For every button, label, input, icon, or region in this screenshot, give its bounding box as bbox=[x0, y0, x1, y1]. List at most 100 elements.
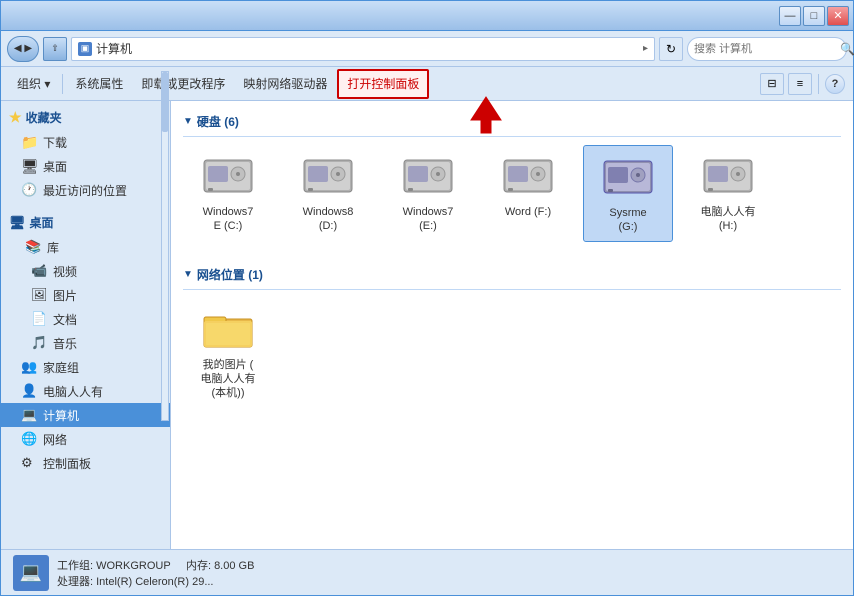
homegroup-icon: 👥 bbox=[21, 359, 37, 375]
refresh-button[interactable]: ↻ bbox=[659, 37, 683, 61]
address-bar: ◀ ▶ ⇧ ▣ 计算机 ▸ ↻ 🔍 bbox=[1, 31, 853, 67]
search-input[interactable] bbox=[694, 43, 836, 55]
sidebar-item-library[interactable]: 📚 库 bbox=[1, 235, 170, 259]
sidebar-item-download[interactable]: 📁 下载 bbox=[1, 130, 170, 154]
sidebar-item-video[interactable]: 📹 视频 bbox=[1, 259, 170, 283]
recent-label: 最近访问的位置 bbox=[43, 182, 127, 199]
refresh-icon: ↻ bbox=[666, 42, 676, 56]
drive-f-label: Word (F:) bbox=[505, 205, 551, 219]
sidebar: ★ 收藏夹 📁 下载 🖥 桌面 🕐 最近访问的位置 🖥 桌面 bbox=[1, 101, 171, 549]
picture-icon: 🖼 bbox=[31, 287, 47, 303]
network-triangle-icon: ▼ bbox=[183, 269, 193, 280]
open-control-panel-button[interactable]: 打开控制面板 bbox=[339, 71, 427, 97]
drive-g-label: Sysrme(G:) bbox=[609, 206, 646, 235]
drives-grid: Windows7E (C:) Windows8( bbox=[183, 145, 841, 242]
install-program-button[interactable]: 即载或更改程序 bbox=[133, 71, 233, 97]
address-input[interactable]: ▣ 计算机 ▸ bbox=[71, 37, 655, 61]
sidebar-item-recent[interactable]: 🕐 最近访问的位置 bbox=[1, 178, 170, 202]
library-label: 库 bbox=[47, 239, 59, 256]
sidebar-item-document[interactable]: 📄 文档 bbox=[1, 307, 170, 331]
drive-item-d[interactable]: Windows8(D:) bbox=[283, 145, 373, 242]
drive-c-icon bbox=[200, 151, 256, 201]
map-drive-button[interactable]: 映射网络驱动器 bbox=[235, 71, 335, 97]
path-label: 计算机 bbox=[96, 40, 639, 57]
network-folder-item[interactable]: 我的图片 (电脑人人有(本机)) bbox=[183, 298, 273, 407]
sidebar-item-pcuser[interactable]: 👤 电脑人人有 bbox=[1, 379, 170, 403]
desktop-section-header[interactable]: 🖥 桌面 bbox=[1, 210, 170, 235]
hdd-f-svg bbox=[500, 152, 556, 200]
hard-drives-label: 硬盘 (6) bbox=[197, 113, 239, 130]
sidebar-item-desktop[interactable]: 🖥 桌面 bbox=[1, 154, 170, 178]
pcuser-icon: 👤 bbox=[21, 383, 37, 399]
sidebar-item-music[interactable]: 🎵 音乐 bbox=[1, 331, 170, 355]
minimize-button[interactable]: — bbox=[779, 6, 801, 26]
drive-item-g[interactable]: Sysrme(G:) bbox=[583, 145, 673, 242]
sidebar-item-controlpanel[interactable]: ⚙ 控制面板 ⬅ bbox=[1, 451, 170, 475]
favorites-label: 收藏夹 bbox=[26, 109, 62, 126]
sidebar-item-picture[interactable]: 🖼 图片 bbox=[1, 283, 170, 307]
hdd-g-svg bbox=[600, 153, 656, 201]
picture-label: 图片 bbox=[53, 287, 77, 304]
search-box[interactable]: 🔍 bbox=[687, 37, 847, 61]
help-button[interactable]: ? bbox=[825, 74, 845, 94]
computer-icon: 💻 bbox=[21, 407, 37, 423]
recent-folder-icon: 🕐 bbox=[21, 182, 37, 198]
path-icon: ▣ bbox=[78, 42, 92, 56]
music-icon: 🎵 bbox=[31, 335, 47, 351]
drive-item-c[interactable]: Windows7E (C:) bbox=[183, 145, 273, 242]
toolbar: 组织 ▾ 系统属性 即载或更改程序 映射网络驱动器 打开控制面板 ⊟ ≡ ? bbox=[1, 67, 853, 101]
drive-item-e[interactable]: Windows7(E:) bbox=[383, 145, 473, 242]
status-computer-icon: 💻 bbox=[13, 555, 49, 591]
sidebar-item-homegroup[interactable]: 👥 家庭组 bbox=[1, 355, 170, 379]
network-icon: 🌐 bbox=[21, 431, 37, 447]
status-processor: 处理器: Intel(R) Celeron(R) 29... bbox=[57, 573, 254, 589]
view-list-button[interactable]: ≡ bbox=[788, 73, 812, 95]
toolbar-separator-2 bbox=[818, 74, 819, 94]
drive-h-label: 电脑人人有(H:) bbox=[701, 205, 756, 234]
drive-item-h[interactable]: 电脑人人有(H:) bbox=[683, 145, 773, 242]
organize-button[interactable]: 组织 ▾ bbox=[9, 71, 58, 97]
homegroup-label: 家庭组 bbox=[43, 359, 79, 376]
drive-e-icon bbox=[400, 151, 456, 201]
drive-d-icon bbox=[300, 151, 356, 201]
status-bar: 💻 工作组: WORKGROUP 内存: 8.00 GB 处理器: Intel(… bbox=[1, 549, 853, 595]
drive-item-f[interactable]: Word (F:) bbox=[483, 145, 573, 242]
title-bar: — □ ✕ bbox=[1, 1, 853, 31]
view-toggle-button[interactable]: ⊟ bbox=[760, 73, 784, 95]
drive-c-label: Windows7E (C:) bbox=[203, 205, 254, 234]
favorites-header[interactable]: ★ 收藏夹 bbox=[1, 105, 170, 130]
toolbar-right: ⊟ ≡ ? bbox=[760, 73, 845, 95]
status-workgroup: 工作组: WORKGROUP 内存: 8.00 GB bbox=[57, 557, 254, 573]
content-area: ▼ 硬盘 (6) W bbox=[171, 101, 853, 549]
path-separator: ▸ bbox=[643, 43, 648, 54]
hdd-e-svg bbox=[400, 152, 456, 200]
favorites-star-icon: ★ bbox=[9, 109, 22, 126]
sidebar-item-computer[interactable]: 💻 计算机 bbox=[1, 403, 170, 427]
back-button[interactable]: ◀ ▶ bbox=[7, 36, 39, 62]
maximize-button[interactable]: □ bbox=[803, 6, 825, 26]
hard-drives-header: ▼ 硬盘 (6) bbox=[183, 109, 841, 137]
hd-triangle-icon: ▼ bbox=[183, 116, 193, 127]
network-label: 网络位置 (1) bbox=[197, 266, 263, 283]
video-icon: 📹 bbox=[31, 263, 47, 279]
desktop-section-label: 桌面 bbox=[30, 214, 54, 231]
back-icon: ◀ ▶ bbox=[14, 43, 32, 54]
network-section-header: ▼ 网络位置 (1) bbox=[183, 262, 841, 290]
computer-label: 计算机 bbox=[43, 407, 79, 424]
open-control-panel-wrapper: 打开控制面板 bbox=[337, 69, 429, 99]
view-icon: ⊟ bbox=[767, 77, 776, 90]
network-label: 网络 bbox=[43, 431, 67, 448]
music-label: 音乐 bbox=[53, 335, 77, 352]
document-label: 文档 bbox=[53, 311, 77, 328]
up-arrow-annotation bbox=[461, 95, 511, 138]
title-bar-buttons: — □ ✕ bbox=[779, 6, 849, 26]
desktop-section-icon: 🖥 bbox=[9, 215, 26, 231]
sidebar-item-network[interactable]: 🌐 网络 bbox=[1, 427, 170, 451]
status-text-area: 工作组: WORKGROUP 内存: 8.00 GB 处理器: Intel(R)… bbox=[57, 557, 254, 589]
hdd-h-svg bbox=[700, 152, 756, 200]
close-button[interactable]: ✕ bbox=[827, 6, 849, 26]
toolbar-separator-1 bbox=[62, 74, 63, 94]
system-props-button[interactable]: 系统属性 bbox=[67, 71, 131, 97]
controlpanel-label: 控制面板 bbox=[43, 455, 91, 472]
up-button[interactable]: ⇧ bbox=[43, 37, 67, 61]
